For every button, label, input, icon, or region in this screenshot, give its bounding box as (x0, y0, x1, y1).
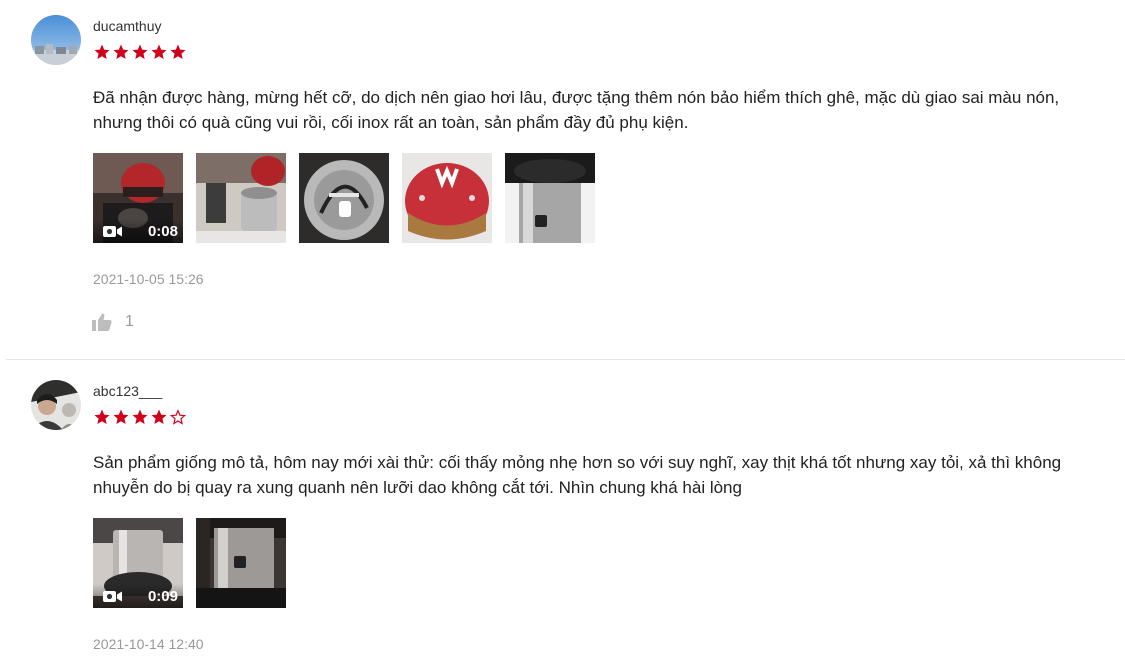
review-media-list: 0:08 (93, 153, 595, 243)
star-empty-icon (169, 409, 187, 425)
thumbs-up-icon (92, 313, 112, 331)
reviewer-username[interactable]: abc123___ (93, 383, 162, 399)
review-timestamp: 2021-10-14 12:40 (93, 636, 204, 652)
avatar[interactable] (31, 15, 81, 65)
reviewer-username[interactable]: ducamthuy (93, 18, 161, 34)
star-filled-icon (132, 44, 148, 59)
review-divider (6, 359, 1125, 360)
star-filled-icon (151, 44, 167, 59)
review-image-thumbnail[interactable] (299, 153, 389, 243)
review-text: Đã nhận được hàng, mừng hết cỡ, do dịch … (93, 88, 1060, 132)
review-image-thumbnail[interactable] (505, 153, 595, 243)
review-image-thumbnail[interactable] (402, 153, 492, 243)
star-filled-icon (132, 409, 148, 424)
review-image-thumbnail[interactable] (196, 153, 286, 243)
review-text: Sản phẩm giống mô tả, hôm nay mới xài th… (93, 453, 1062, 497)
video-duration: 0:09 (147, 588, 178, 605)
review-video-thumbnail[interactable]: 0:08 (93, 153, 183, 243)
like-button[interactable]: 1 (92, 313, 134, 331)
star-filled-icon (94, 44, 110, 59)
review-media-list: 0:09 (93, 518, 286, 608)
like-count: 1 (125, 313, 134, 330)
video-camera-icon (103, 591, 122, 602)
review-timestamp: 2021-10-05 15:26 (93, 271, 204, 287)
rating-stars (93, 408, 187, 426)
star-filled-icon (94, 409, 110, 424)
video-camera-icon (103, 226, 122, 237)
star-filled-icon (170, 44, 186, 59)
star-filled-icon (151, 409, 167, 424)
star-filled-icon (113, 409, 129, 424)
avatar[interactable] (31, 380, 81, 430)
review-image-thumbnail[interactable] (196, 518, 286, 608)
review-video-thumbnail[interactable]: 0:09 (93, 518, 183, 608)
star-filled-icon (113, 44, 129, 59)
video-duration: 0:08 (147, 223, 178, 240)
rating-stars (93, 43, 187, 61)
